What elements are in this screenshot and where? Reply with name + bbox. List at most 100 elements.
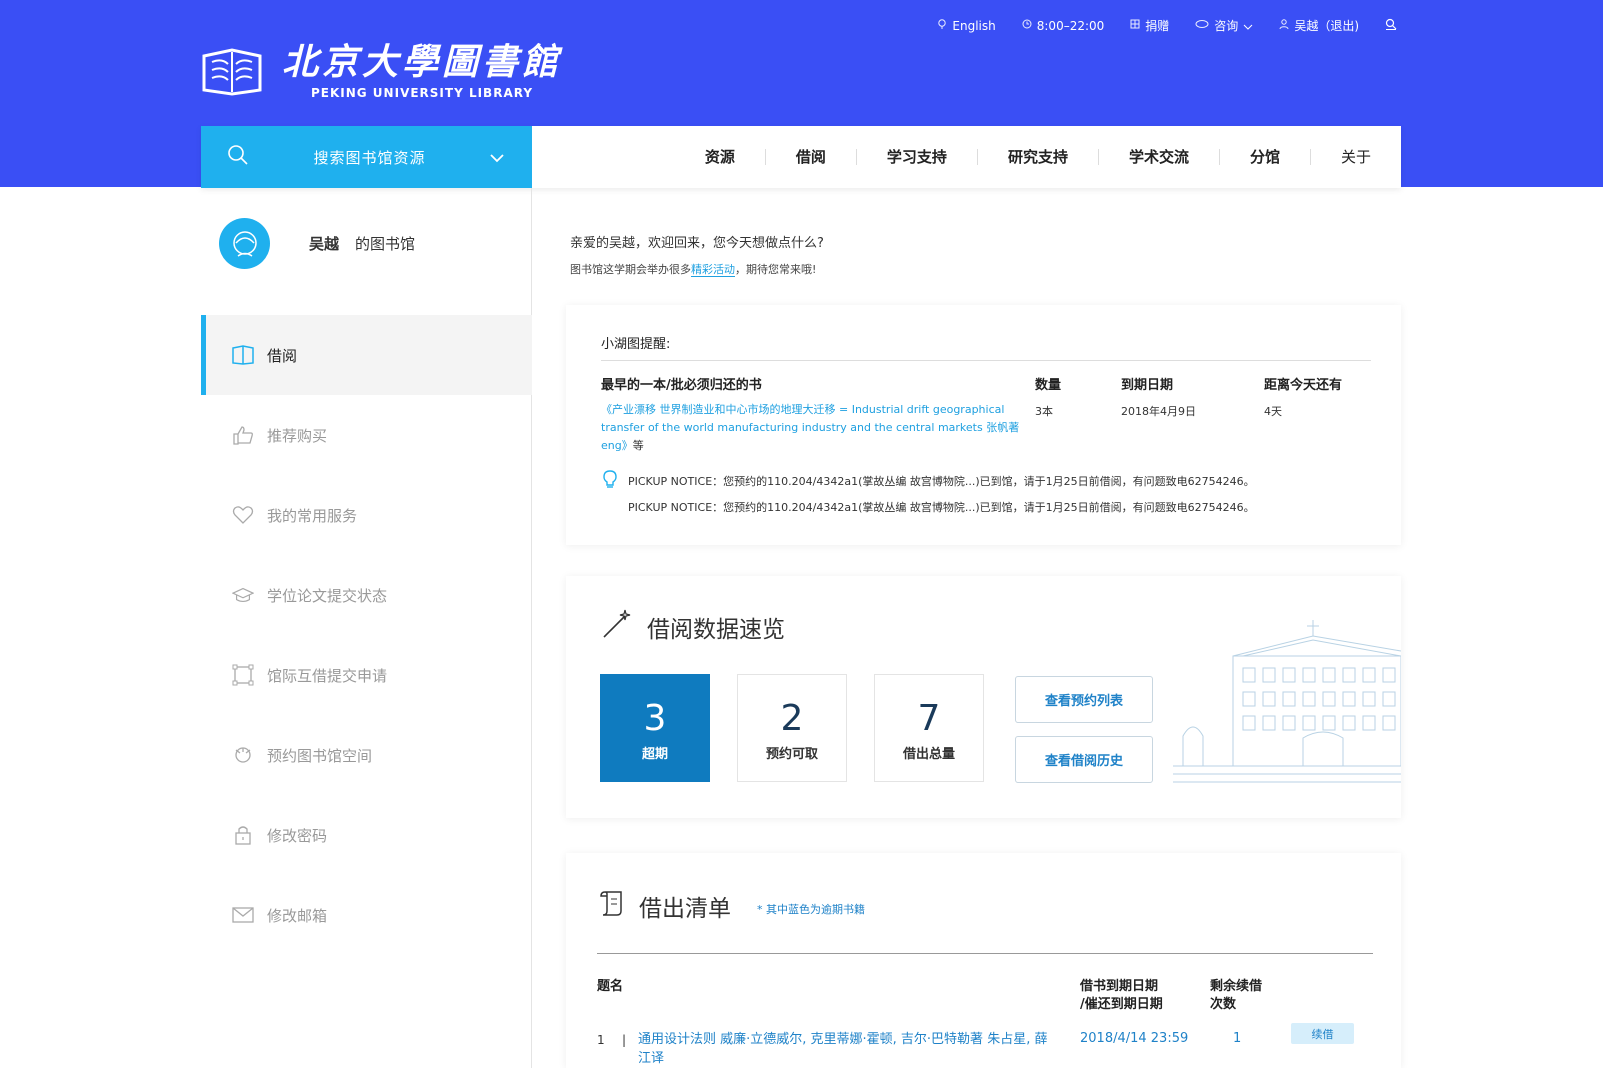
library-building-illustration xyxy=(1173,620,1401,783)
loan-book-title-link[interactable]: 通用设计法则 威廉·立德威尔, 克里蒂娜·霍顿, 吉尔·巴特勒著 朱占星, 薛江… xyxy=(638,1030,1058,1068)
overview-title: 借阅数据速览 xyxy=(647,617,785,643)
stat-overdue[interactable]: 3 超期 xyxy=(600,674,710,782)
column-header-due-line1: 借书到期日期 xyxy=(1080,979,1159,994)
user-icon xyxy=(1279,19,1289,32)
donate-link[interactable]: 捐赠 xyxy=(1130,17,1169,34)
main-content: 亲爱的吴越，欢迎回来，您今天想做点什么? 图书馆这学期会举办很多精彩活动，期待您… xyxy=(532,188,1603,1068)
sidebar-item-reserve-space[interactable]: 预约图书馆空间 xyxy=(201,715,532,795)
logo-chinese-name: 北京大學圖書館 xyxy=(282,41,563,83)
opening-hours[interactable]: 8:00–22:00 xyxy=(1022,18,1105,33)
thumbs-up-icon xyxy=(232,424,254,446)
due-book-tail: 等 xyxy=(632,439,644,452)
search-icon xyxy=(227,144,249,170)
nav-item-learning-support[interactable]: 学习支持 xyxy=(857,149,978,165)
pickup-notice: PICKUP NOTICE：您预约的110.204/4342a1(掌故丛编 故宫… xyxy=(628,501,1255,514)
welcome-subtext-suffix: ，期待您常来哦! xyxy=(735,263,817,276)
column-header-renewals: 剩余续借 次数 xyxy=(1210,978,1262,1014)
reminder-card: 小湖图提醒: 最早的一本/批必须归还的书 数量 到期日期 距离今天还有 《产业漂… xyxy=(566,305,1401,545)
welcome-subtext-prefix: 图书馆这学期会举办很多 xyxy=(570,263,691,276)
profile-name: 吴越 xyxy=(309,235,340,253)
sidebar-item-change-password[interactable]: 修改密码 xyxy=(201,795,532,875)
divider xyxy=(601,360,1371,361)
renew-button[interactable]: 续借 xyxy=(1291,1023,1354,1044)
nav-item-resources[interactable]: 资源 xyxy=(675,149,766,165)
stat-total-borrowed[interactable]: 7 借出总量 xyxy=(874,674,984,782)
column-header-title: 题名 xyxy=(597,979,624,994)
consult-dropdown[interactable]: 咨询 xyxy=(1195,17,1253,34)
due-date: 2018年4月9日 xyxy=(1121,405,1196,418)
nav-item-about[interactable]: 关于 xyxy=(1311,149,1371,165)
due-book-title: 《产业漂移 世界制造业和中心市场的地理大迁移 = Industrial drif… xyxy=(601,403,1020,452)
user-profile: 吴越 的图书馆 xyxy=(219,218,415,269)
divider xyxy=(597,953,1373,954)
sidebar-item-recommend-purchase[interactable]: 推荐购买 xyxy=(201,395,532,475)
nav-item-academic-exchange[interactable]: 学术交流 xyxy=(1099,149,1220,165)
library-search-dropdown[interactable]: 搜索图书馆资源 xyxy=(201,126,532,188)
search-label: 搜索图书馆资源 xyxy=(313,148,426,167)
welcome-subtext: 图书馆这学期会举办很多精彩活动，期待您常来哦! xyxy=(570,261,816,277)
sidebar-item-label: 修改密码 xyxy=(267,826,328,845)
view-history-button[interactable]: 查看借阅历史 xyxy=(1015,736,1153,783)
language-label: English xyxy=(952,18,996,33)
stat-label: 借出总量 xyxy=(902,747,955,762)
view-reservations-button[interactable]: 查看预约列表 xyxy=(1015,676,1153,723)
nav-item-research-support[interactable]: 研究支持 xyxy=(978,149,1099,165)
column-header-renewals-line1: 剩余续借 xyxy=(1210,979,1263,994)
column-header-due-date: 到期日期 xyxy=(1121,378,1174,393)
sidebar-item-favorite-services[interactable]: 我的常用服务 xyxy=(201,475,532,555)
due-book-link[interactable]: 《产业漂移 世界制造业和中心市场的地理大迁移 = Industrial drif… xyxy=(601,401,1031,455)
space-icon xyxy=(232,744,254,766)
column-header-book: 最早的一本/批必须归还的书 xyxy=(601,378,762,393)
library-logo[interactable]: 北京大學圖書館 PEKING UNIVERSITY LIBRARY xyxy=(200,42,562,100)
mail-icon xyxy=(232,904,254,926)
loan-list-card: 借出清单 * 其中蓝色为逾期书籍 题名 借书到期日期 /催还到期日期 剩余续借 … xyxy=(566,853,1401,1068)
column-header-renewals-line2: 次数 xyxy=(1210,997,1237,1012)
consult-label: 咨询 xyxy=(1214,19,1239,33)
column-header-quantity: 数量 xyxy=(1035,378,1062,393)
row-separator: | xyxy=(622,1033,627,1047)
chevron-down-icon xyxy=(1243,19,1253,33)
sidebar-item-thesis-status[interactable]: 学位论文提交状态 xyxy=(201,555,532,635)
user-logout-link[interactable]: 吴越（退出) xyxy=(1279,17,1359,34)
borrowing-overview-card: 借阅数据速览 3 超期 2 预约可取 7 借出总量 查看预约列表 查看借阅历史 xyxy=(566,576,1401,818)
profile-suffix: 的图书馆 xyxy=(355,235,416,253)
graduation-cap-icon xyxy=(232,584,254,606)
stat-label: 超期 xyxy=(641,747,668,762)
chat-icon xyxy=(1195,19,1209,32)
due-remaining: 4天 xyxy=(1264,405,1282,418)
loan-renewals-remaining: 1 xyxy=(1233,1031,1242,1046)
avatar[interactable] xyxy=(219,218,270,269)
sidebar-item-interlibrary-loan[interactable]: 馆际互借提交申请 xyxy=(201,635,532,715)
clock-icon xyxy=(1022,19,1032,32)
donate-label: 捐赠 xyxy=(1145,19,1170,33)
sidebar-item-label: 预约图书馆空间 xyxy=(267,746,373,765)
events-link[interactable]: 精彩活动 xyxy=(691,263,735,277)
logo-english-name: PEKING UNIVERSITY LIBRARY xyxy=(310,86,534,100)
sidebar-item-borrowing[interactable]: 借阅 xyxy=(201,315,532,395)
grid-icon xyxy=(1130,19,1140,32)
user-avatar-icon xyxy=(232,230,257,257)
top-search-button[interactable] xyxy=(1385,18,1397,33)
magic-wand-icon xyxy=(601,608,633,646)
nav-item-borrowing[interactable]: 借阅 xyxy=(766,149,857,165)
welcome-message: 亲爱的吴越，欢迎回来，您今天想做点什么? xyxy=(570,236,824,251)
nav-menu: 资源 借阅 学习支持 研究支持 学术交流 分馆 关于 xyxy=(532,126,1401,188)
book-icon xyxy=(232,344,254,366)
sidebar-item-label: 修改邮箱 xyxy=(267,906,328,925)
globe-icon xyxy=(937,19,947,32)
overview-heading: 借阅数据速览 xyxy=(601,608,785,646)
top-utility-bar: English 8:00–22:00 捐赠 咨询 吴越（退出) xyxy=(937,17,1397,34)
frame-icon xyxy=(232,664,254,686)
lightbulb-icon xyxy=(602,469,618,493)
stat-ready-for-pickup[interactable]: 2 预约可取 xyxy=(737,674,847,782)
hours-label: 8:00–22:00 xyxy=(1036,18,1105,33)
header: English 8:00–22:00 捐赠 咨询 吴越（退出) 北京大學圖書館 … xyxy=(0,0,1603,188)
loan-list-heading: 借出清单 * 其中蓝色为逾期书籍 xyxy=(599,889,865,923)
stat-value: 3 xyxy=(643,698,667,739)
sidebar-item-change-email[interactable]: 修改邮箱 xyxy=(201,875,532,955)
language-link[interactable]: English xyxy=(937,18,996,33)
heart-icon xyxy=(232,504,254,526)
sidebar-item-label: 学位论文提交状态 xyxy=(267,586,388,605)
nav-item-branches[interactable]: 分馆 xyxy=(1220,149,1311,165)
sidebar-item-label: 我的常用服务 xyxy=(267,506,358,525)
